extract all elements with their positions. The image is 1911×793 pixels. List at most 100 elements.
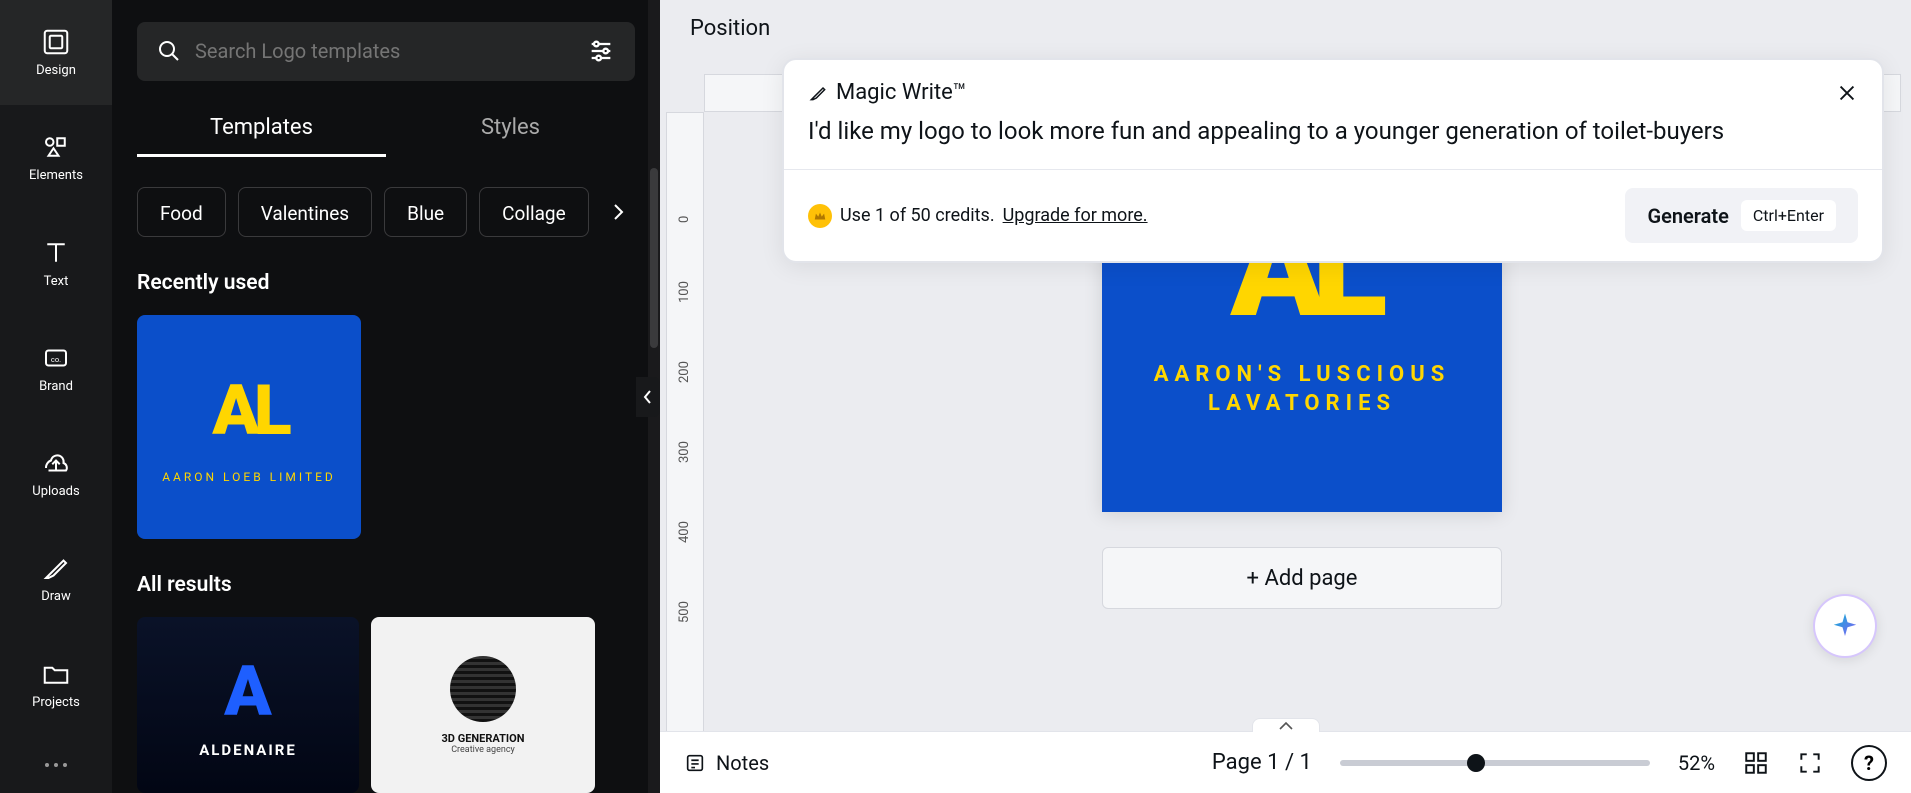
chip-blue[interactable]: Blue	[384, 187, 467, 237]
logo-line1: AARON'S LUSCIOUS	[1154, 362, 1451, 387]
ruler-v-tick: 0	[677, 216, 692, 223]
chip-food[interactable]: Food	[137, 187, 226, 237]
ruler-v-tick: 100	[677, 281, 692, 303]
more-dots-icon	[42, 759, 70, 771]
recently-used-heading: Recently used	[137, 271, 660, 295]
template-card-3d-generation[interactable]: 3D GENERATION Creative agency	[371, 617, 595, 793]
fullscreen-icon[interactable]	[1797, 750, 1823, 776]
search-icon	[157, 39, 181, 63]
sidebar-item-text[interactable]: Text	[0, 210, 112, 315]
sidebar-item-brand[interactable]: co. Brand	[0, 316, 112, 421]
svg-text:co.: co.	[51, 355, 61, 364]
sphere-icon	[450, 656, 516, 722]
generate-button[interactable]: Generate Ctrl+Enter	[1625, 188, 1858, 243]
crown-icon	[808, 204, 832, 228]
zoom-slider[interactable]	[1340, 760, 1650, 766]
magic-write-header: Magic Write™	[784, 60, 1882, 117]
logo-line2: LAVATORIES	[1208, 391, 1396, 416]
sidebar-item-design[interactable]: Design	[0, 0, 112, 105]
sidebar-item-elements[interactable]: Elements	[0, 105, 112, 210]
sidebar-label-uploads: Uploads	[32, 484, 79, 499]
template-card-recent[interactable]: AL AARON LOEB LIMITED	[137, 315, 361, 539]
sparkle-icon	[1830, 611, 1860, 641]
text-icon	[41, 238, 71, 268]
logo-subtitle[interactable]: AARON'S LUSCIOUS LAVATORIES	[1154, 361, 1451, 418]
projects-icon	[41, 659, 71, 689]
sidebar-label-text: Text	[44, 274, 69, 289]
chip-collage[interactable]: Collage	[479, 187, 589, 237]
pen-icon	[808, 83, 828, 103]
search-bar	[137, 22, 635, 81]
credits-text: Use 1 of 50 credits.	[840, 205, 995, 226]
sidebar-more-button[interactable]	[0, 737, 112, 793]
sidebar-label-design: Design	[36, 63, 76, 78]
generate-group: Generate Ctrl+Enter	[1625, 188, 1858, 243]
result2-title: 3D GENERATION	[442, 732, 525, 745]
ruler-v-tick: 300	[677, 441, 692, 463]
recent-grid: AL AARON LOEB LIMITED	[137, 315, 635, 539]
template-logo-subtext: AARON LOEB LIMITED	[162, 470, 336, 484]
magic-write-footer: Use 1 of 50 credits. Upgrade for more. G…	[784, 169, 1882, 261]
chips-scroll-right-icon[interactable]	[606, 200, 630, 224]
ruler-vertical: 0 100 200 300 400 500	[666, 112, 704, 752]
panel-collapse-handle[interactable]	[636, 377, 660, 417]
page-indicator: Page 1 / 1	[1212, 750, 1312, 775]
chevron-left-icon	[643, 389, 653, 405]
left-sidebar: Design Elements Text co. Brand Uploads D…	[0, 0, 112, 793]
ruler-v-tick: 500	[677, 601, 692, 623]
sidebar-item-draw[interactable]: Draw	[0, 526, 112, 631]
ruler-v-tick: 400	[677, 521, 692, 543]
elements-icon	[41, 132, 71, 162]
tab-styles[interactable]: Styles	[386, 101, 635, 157]
help-button[interactable]: ?	[1851, 745, 1887, 781]
position-button[interactable]: Position	[690, 16, 770, 41]
chip-valentines[interactable]: Valentines	[238, 187, 372, 237]
sidebar-item-uploads[interactable]: Uploads	[0, 421, 112, 526]
magic-write-title-text: Magic Write™	[836, 80, 967, 105]
results-grid: A ALDENAIRE 3D GENERATION Creative agenc…	[137, 617, 635, 793]
design-icon	[41, 27, 71, 57]
crown-glyph-icon	[813, 209, 827, 223]
sidebar-item-projects[interactable]: Projects	[0, 631, 112, 736]
magic-write-prompt[interactable]: I'd like my logo to look more fun and ap…	[784, 117, 1882, 169]
notes-label: Notes	[716, 751, 769, 775]
bottom-bar: Notes Page 1 / 1 52% ?	[660, 731, 1911, 793]
template-card-aldenaire[interactable]: A ALDENAIRE	[137, 617, 359, 793]
magic-write-title: Magic Write™	[808, 80, 967, 105]
search-input[interactable]	[195, 39, 573, 63]
magic-write-panel: Magic Write™ I'd like my logo to look mo…	[782, 58, 1884, 263]
zoom-percent-button[interactable]: 52%	[1678, 751, 1715, 775]
zoom-slider-thumb[interactable]	[1467, 754, 1485, 772]
sidebar-label-projects: Projects	[32, 695, 80, 710]
filter-chips: Food Valentines Blue Collage	[137, 187, 660, 237]
filter-icon[interactable]	[587, 37, 615, 65]
brand-icon: co.	[41, 343, 71, 373]
notes-button[interactable]: Notes	[684, 751, 769, 775]
canvas-area: Position 0 100 200 300 400 500 0 100 200…	[660, 0, 1911, 762]
draw-icon	[41, 553, 71, 583]
tab-templates[interactable]: Templates	[137, 101, 386, 157]
all-results-heading: All results	[137, 573, 660, 597]
page-drawer-handle[interactable]	[1252, 718, 1320, 732]
generate-shortcut: Ctrl+Enter	[1741, 200, 1836, 231]
sidebar-label-draw: Draw	[41, 589, 71, 604]
aldenaire-glyph: A	[224, 651, 272, 733]
credits-info: Use 1 of 50 credits. Upgrade for more.	[808, 204, 1148, 228]
template-logo-text: AL	[212, 370, 286, 452]
assistant-fab[interactable]	[1813, 594, 1877, 658]
sidebar-label-brand: Brand	[39, 379, 73, 394]
aldenaire-name: ALDENAIRE	[199, 741, 297, 759]
panel-tabs: Templates Styles	[137, 101, 635, 157]
generate-label: Generate	[1647, 204, 1728, 228]
add-page-button[interactable]: + Add page	[1102, 547, 1502, 609]
sidebar-label-elements: Elements	[29, 168, 83, 183]
templates-panel: Templates Styles Food Valentines Blue Co…	[112, 0, 660, 793]
uploads-icon	[41, 448, 71, 478]
close-icon[interactable]	[1836, 82, 1858, 104]
result2-sub: Creative agency	[451, 745, 515, 755]
ruler-v-tick: 200	[677, 361, 692, 383]
upgrade-link[interactable]: Upgrade for more.	[1003, 205, 1148, 226]
grid-view-icon[interactable]	[1743, 750, 1769, 776]
panel-scroll-thumb[interactable]	[650, 168, 658, 348]
chevron-up-icon	[1278, 721, 1294, 731]
